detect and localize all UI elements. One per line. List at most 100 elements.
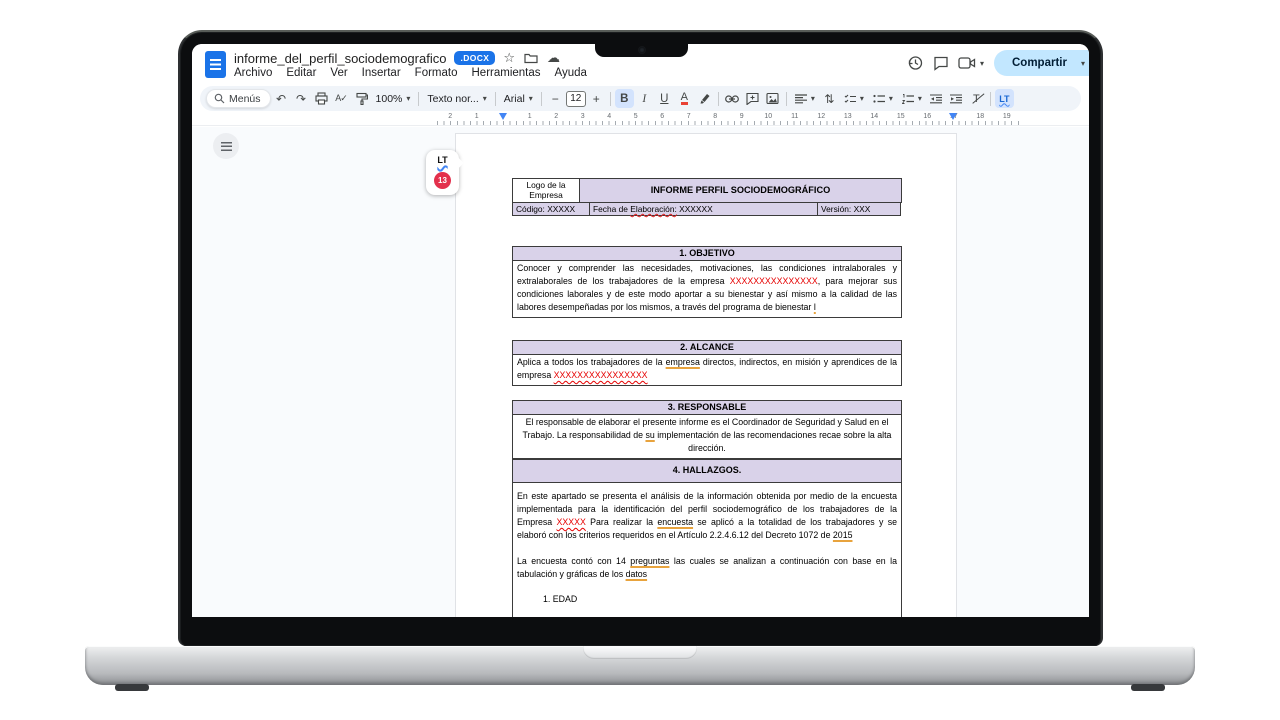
document-canvas: LT 13 Logo de la Empresa INFORME PERFIL … bbox=[192, 127, 1089, 617]
languagetool-error-badge[interactable]: 13 bbox=[434, 172, 451, 189]
add-comment-button[interactable] bbox=[743, 89, 762, 108]
report-title-cell: INFORME PERFIL SOCIODEMOGRÁFICO bbox=[579, 178, 902, 203]
horizontal-ruler[interactable]: 21 123 456 789 101112 131415 161718 19 bbox=[192, 112, 1089, 126]
spell-check-button[interactable]: A✓ bbox=[332, 89, 351, 108]
increase-indent-button[interactable] bbox=[947, 89, 966, 108]
share-button[interactable]: Compartir ▾ bbox=[994, 50, 1089, 76]
font-size-input[interactable]: 12 bbox=[566, 91, 586, 107]
toolbar-separator bbox=[610, 92, 611, 106]
zoom-select[interactable]: 100% ▾ bbox=[372, 89, 415, 108]
video-call-caret-icon[interactable]: ▾ bbox=[980, 59, 984, 68]
menu-herramientas[interactable]: Herramientas bbox=[472, 67, 541, 79]
cloud-status-icon[interactable]: ☁ bbox=[547, 51, 560, 65]
lid-scoop bbox=[583, 646, 697, 659]
grammar-mark: preguntas bbox=[630, 556, 669, 566]
clear-formatting-button[interactable]: T bbox=[967, 89, 986, 108]
languagetool-logo: LT bbox=[437, 155, 447, 165]
menu-editar[interactable]: Editar bbox=[286, 67, 316, 79]
menus-search-label: Menús bbox=[229, 93, 261, 105]
laptop-foot bbox=[1131, 684, 1165, 691]
section-responsable-body: El responsable de elaborar el presente i… bbox=[512, 414, 902, 459]
text-color-button[interactable]: A bbox=[675, 89, 694, 108]
laptop-base bbox=[85, 646, 1195, 685]
paragraph-style-select[interactable]: Texto nor... ▾ bbox=[423, 89, 490, 108]
ruler-ticks bbox=[437, 121, 1020, 125]
languagetool-button[interactable]: LT bbox=[995, 89, 1014, 108]
numbered-list-button[interactable]: ▾ bbox=[898, 89, 926, 108]
document-title[interactable]: informe_del_perfil_sociodemografico bbox=[234, 51, 446, 66]
underline-button[interactable]: U bbox=[655, 89, 674, 108]
grammar-mark: empresa bbox=[666, 357, 700, 367]
decrease-font-button[interactable]: − bbox=[546, 89, 565, 108]
italic-button[interactable]: I bbox=[635, 89, 654, 108]
paint-format-button[interactable] bbox=[352, 89, 371, 108]
print-button[interactable] bbox=[312, 89, 331, 108]
laptop-mockup: informe_del_perfil_sociodemografico .DOC… bbox=[0, 0, 1280, 720]
share-caret-icon[interactable]: ▾ bbox=[1081, 59, 1085, 68]
insert-link-button[interactable] bbox=[723, 89, 742, 108]
align-button[interactable]: ▾ bbox=[791, 89, 819, 108]
menu-formato[interactable]: Formato bbox=[415, 67, 458, 79]
font-caret-icon: ▾ bbox=[529, 94, 533, 103]
list-item-edad: 1. EDAD bbox=[517, 593, 897, 606]
version-cell: Versión: XXX bbox=[817, 202, 901, 216]
insert-image-button[interactable] bbox=[763, 89, 782, 108]
right-indent-marker[interactable] bbox=[949, 113, 957, 120]
menu-ver[interactable]: Ver bbox=[330, 67, 347, 79]
bulleted-list-button[interactable]: ▾ bbox=[869, 89, 897, 108]
video-call-icon[interactable] bbox=[954, 50, 980, 76]
version-history-icon[interactable] bbox=[902, 50, 928, 76]
redo-button[interactable]: ↷ bbox=[292, 89, 311, 108]
paragraph-style-value: Texto nor... bbox=[427, 93, 478, 105]
section-alcance: 2. ALCANCE Aplica a todos los trabajador… bbox=[512, 340, 902, 386]
spellcheck-mark: Elaboración: bbox=[630, 204, 677, 214]
menu-bar: Archivo Editar Ver Insertar Formato Herr… bbox=[234, 67, 587, 79]
section-responsable-header: 3. RESPONSABLE bbox=[512, 400, 902, 415]
style-caret-icon: ▾ bbox=[483, 94, 487, 103]
section-hallazgos-header: 4. HALLAZGOS. bbox=[512, 459, 902, 483]
languagetool-panel[interactable]: LT 13 bbox=[426, 150, 459, 195]
menus-search-button[interactable]: Menús bbox=[206, 89, 271, 108]
menu-archivo[interactable]: Archivo bbox=[234, 67, 272, 79]
laptop-foot bbox=[115, 684, 149, 691]
menu-insertar[interactable]: Insertar bbox=[362, 67, 401, 79]
star-icon[interactable]: ☆ bbox=[503, 51, 515, 65]
logo-cell: Logo de la Empresa bbox=[512, 178, 580, 203]
decrease-indent-button[interactable] bbox=[927, 89, 946, 108]
highlight-color-button[interactable] bbox=[695, 89, 714, 108]
grammar-mark: su bbox=[645, 430, 654, 440]
font-select[interactable]: Arial ▾ bbox=[500, 89, 537, 108]
section-objetivo: 1. OBJETIVO Conocer y comprender las nec… bbox=[512, 246, 902, 318]
paragraph: La encuesta contó con 14 preguntas las c… bbox=[517, 555, 897, 581]
paragraph: En este apartado se presenta el análisis… bbox=[517, 490, 897, 542]
docx-badge: .DOCX bbox=[454, 51, 495, 65]
document-header-table: Logo de la Empresa INFORME PERFIL SOCIOD… bbox=[512, 178, 902, 216]
increase-font-button[interactable]: + bbox=[587, 89, 606, 108]
grammar-mark: 2015 bbox=[833, 530, 853, 540]
left-indent-marker[interactable] bbox=[499, 113, 507, 120]
macbook-notch bbox=[595, 44, 688, 57]
toolbar-separator bbox=[718, 92, 719, 106]
show-outline-button[interactable] bbox=[213, 133, 239, 159]
undo-button[interactable]: ↶ bbox=[272, 89, 291, 108]
checklist-caret-icon: ▾ bbox=[860, 94, 864, 103]
checklist-button[interactable]: ▾ bbox=[840, 89, 868, 108]
grammar-mark: encuesta bbox=[657, 517, 693, 527]
bulleted-caret-icon: ▾ bbox=[889, 94, 893, 103]
google-docs-icon[interactable] bbox=[205, 51, 226, 78]
line-spacing-button[interactable]: ⇅ bbox=[820, 89, 839, 108]
menu-ayuda[interactable]: Ayuda bbox=[555, 67, 587, 79]
section-objetivo-header: 1. OBJETIVO bbox=[512, 246, 902, 261]
toolbar-separator bbox=[541, 92, 542, 106]
ruler-numbers: 21 123 456 789 101112 131415 161718 19 bbox=[437, 113, 1020, 120]
comments-icon[interactable] bbox=[928, 50, 954, 76]
align-caret-icon: ▾ bbox=[811, 94, 815, 103]
move-folder-icon[interactable] bbox=[523, 50, 539, 66]
webcam-icon bbox=[639, 47, 645, 53]
font-value: Arial bbox=[504, 93, 525, 105]
grammar-mark: datos bbox=[626, 569, 648, 579]
fecha-cell: Fecha de Elaboración: XXXXXX bbox=[589, 202, 818, 216]
document-page[interactable]: Logo de la Empresa INFORME PERFIL SOCIOD… bbox=[455, 133, 957, 617]
toolbar-separator bbox=[495, 92, 496, 106]
bold-button[interactable]: B bbox=[615, 89, 634, 108]
